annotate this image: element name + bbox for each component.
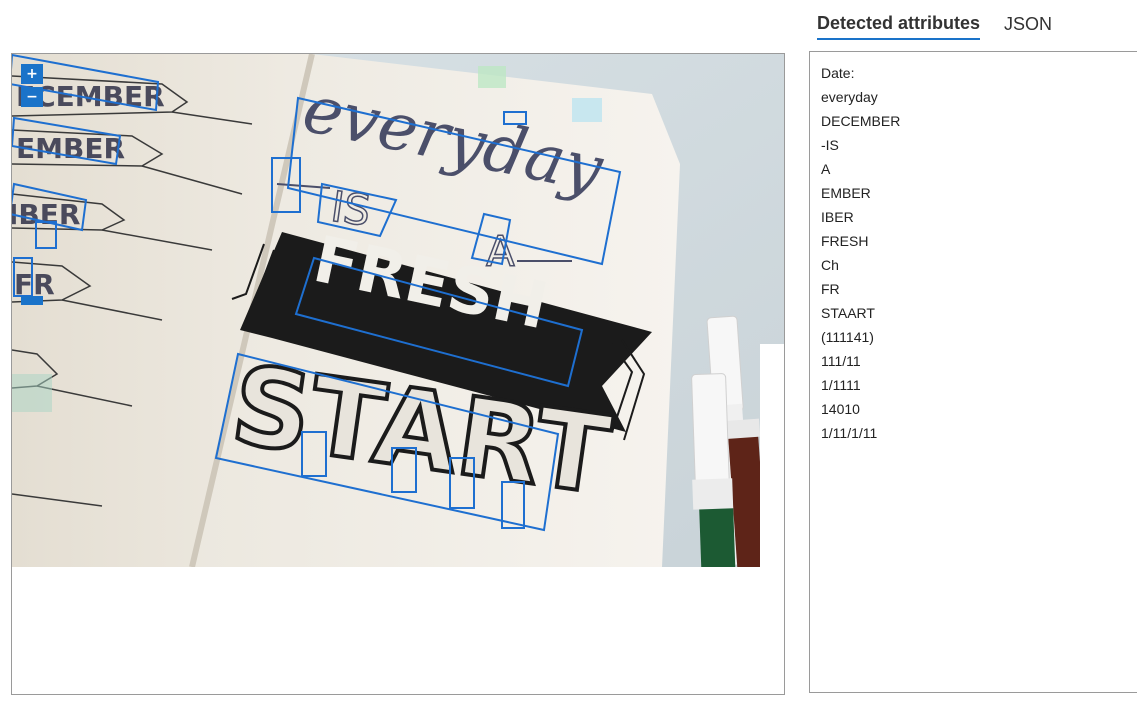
attribute-line: Ch (821, 257, 839, 273)
tab-json[interactable]: JSON (1004, 0, 1052, 40)
attribute-line: STAART (821, 305, 875, 321)
attribute-line: -IS (821, 137, 839, 153)
attribute-line: Date: (821, 65, 855, 81)
detected-attributes-panel: Date: everyday DECEMBER -IS A EMBER IBER… (809, 51, 1137, 693)
attribute-line: (111141) (821, 329, 874, 345)
attribute-line: FR (821, 281, 840, 297)
attribute-line: DECEMBER (821, 113, 901, 129)
plus-icon: + (26, 66, 38, 82)
attribute-line: 1/11/1/11 (821, 425, 878, 441)
month-label: IBER (12, 198, 80, 231)
zoom-slider-handle[interactable] (21, 296, 43, 305)
zoom-in-button[interactable]: + (21, 64, 43, 84)
attribute-line: 1/1111 (821, 377, 861, 393)
minus-icon: − (26, 89, 38, 105)
attribute-line: FRESH (821, 233, 869, 249)
month-label: EMBER (16, 132, 125, 165)
tab-detected-attributes[interactable]: Detected attributes (817, 0, 981, 40)
zoom-out-button[interactable]: − (21, 87, 43, 107)
attribute-line: 14010 (821, 401, 860, 417)
attribute-line: IBER (821, 209, 854, 225)
result-tabs: Detected attributes JSON (817, 0, 1076, 40)
image-viewer[interactable]: ECEMBER EMBER IBER FR everyday IS A FRES… (11, 53, 785, 695)
attribute-line: A (821, 161, 831, 177)
attribute-line: 111/11 (821, 353, 861, 369)
attribute-line: EMBER (821, 185, 871, 201)
attribute-line: everyday (821, 89, 878, 105)
notebook-photo: ECEMBER EMBER IBER FR everyday IS A FRES… (12, 54, 784, 567)
